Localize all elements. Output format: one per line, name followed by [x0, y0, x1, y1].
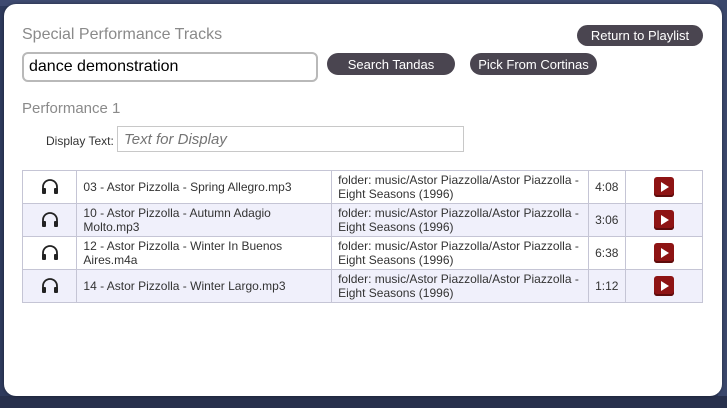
headphones-icon [41, 212, 58, 227]
play-button[interactable] [654, 210, 675, 230]
headphones-icon [41, 179, 58, 194]
track-name: 12 - Astor Pizzolla - Winter In Buenos A… [76, 236, 333, 270]
background-window-bottom [0, 396, 727, 408]
special-performance-dialog: Special Performance Tracks Return to Pla… [4, 4, 722, 396]
search-input[interactable] [22, 52, 318, 82]
performance-title: Performance 1 [22, 100, 121, 117]
headphones-icon [41, 278, 58, 293]
tracks-table: 03 - Astor Pizzolla - Spring Allegro.mp3… [21, 170, 703, 303]
return-to-playlist-button[interactable]: Return to Playlist [577, 25, 703, 46]
track-duration: 3:06 [588, 203, 627, 237]
play-icon [661, 182, 670, 192]
play-icon [661, 281, 670, 291]
track-folder: folder: music/Astor Piazzolla/Astor Piaz… [331, 203, 590, 237]
track-row[interactable]: 12 - Astor Pizzolla - Winter In Buenos A… [21, 236, 703, 270]
track-duration: 4:08 [588, 170, 627, 204]
search-tandas-button[interactable]: Search Tandas [327, 53, 455, 75]
play-button[interactable] [654, 243, 675, 263]
track-row[interactable]: 03 - Astor Pizzolla - Spring Allegro.mp3… [21, 170, 703, 204]
play-icon [661, 248, 670, 258]
track-duration: 1:12 [588, 269, 627, 303]
pick-from-cortinas-button[interactable]: Pick From Cortinas [470, 53, 597, 75]
track-folder: folder: music/Astor Piazzolla/Astor Piaz… [331, 170, 590, 204]
play-icon [661, 215, 670, 225]
play-button[interactable] [654, 177, 675, 197]
track-name: 10 - Astor Pizzolla - Autumn Adagio Molt… [76, 203, 333, 237]
track-row[interactable]: 14 - Astor Pizzolla - Winter Largo.mp3 fo… [21, 269, 703, 303]
play-button[interactable] [654, 276, 675, 296]
track-name: 14 - Astor Pizzolla - Winter Largo.mp3 [76, 269, 333, 303]
dialog-title: Special Performance Tracks [22, 26, 223, 43]
display-text-label: Display Text: [46, 134, 114, 148]
track-folder: folder: music/Astor Piazzolla/Astor Piaz… [331, 269, 590, 303]
track-duration: 6:38 [588, 236, 627, 270]
headphones-icon [41, 245, 58, 260]
track-folder: folder: music/Astor Piazzolla/Astor Piaz… [331, 236, 590, 270]
track-name: 03 - Astor Pizzolla - Spring Allegro.mp3 [76, 170, 333, 204]
track-row[interactable]: 10 - Astor Pizzolla - Autumn Adagio Molt… [21, 203, 703, 237]
display-text-input[interactable] [117, 126, 464, 152]
